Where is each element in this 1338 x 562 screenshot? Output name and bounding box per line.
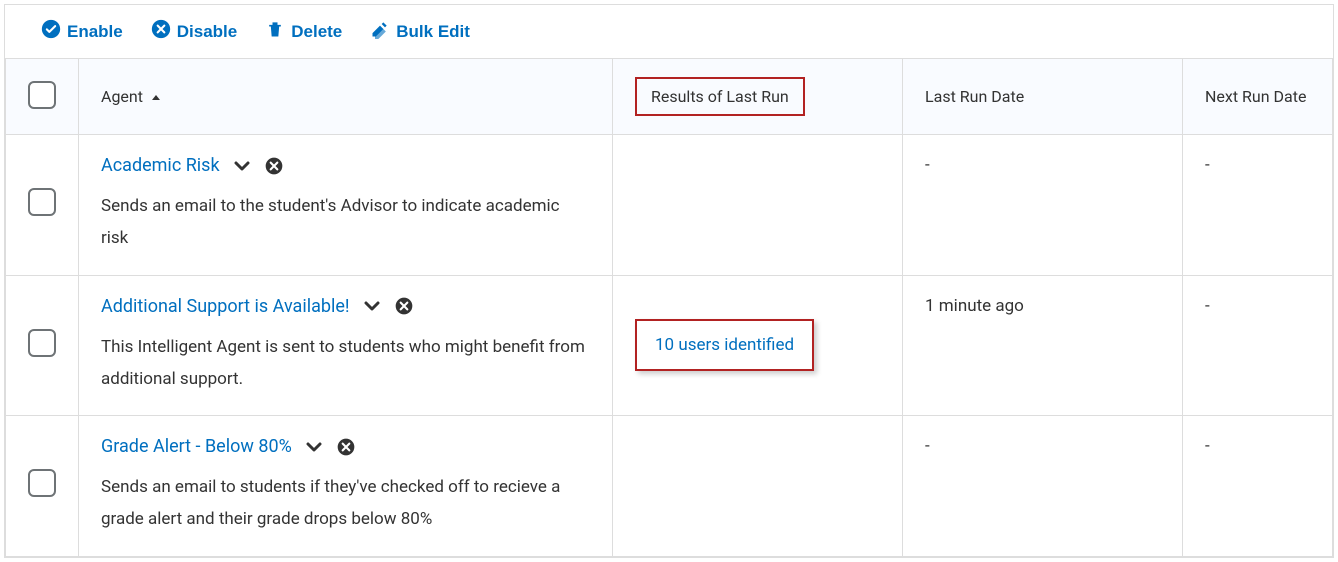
chevron-down-icon[interactable] xyxy=(364,300,380,312)
sort-asc-icon xyxy=(151,93,161,103)
results-link[interactable]: 10 users identified xyxy=(655,335,794,355)
row-checkbox[interactable] xyxy=(28,188,56,216)
lastrun-cell: 1 minute ago xyxy=(903,275,1183,416)
row-checkbox[interactable] xyxy=(28,469,56,497)
table-row: Grade Alert - Below 80% Sends an email t… xyxy=(6,416,1333,557)
bulk-edit-label: Bulk Edit xyxy=(396,22,470,42)
nextrun-header-label: Next Run Date xyxy=(1205,87,1306,106)
disable-button[interactable]: Disable xyxy=(151,19,237,44)
results-header-label: Results of Last Run xyxy=(635,77,805,116)
disabled-icon xyxy=(394,296,414,316)
bulk-edit-icon xyxy=(370,19,390,44)
row-checkbox[interactable] xyxy=(28,329,56,357)
results-cell xyxy=(613,135,903,276)
trash-icon xyxy=(265,19,285,44)
agent-link[interactable]: Grade Alert - Below 80% xyxy=(101,436,292,457)
nextrun-cell: - xyxy=(1183,416,1333,557)
toolbar: Enable Disable Delete Bulk Edit xyxy=(5,5,1333,58)
enable-button[interactable]: Enable xyxy=(41,19,123,44)
lastrun-header: Last Run Date xyxy=(903,59,1183,135)
lastrun-cell: - xyxy=(903,416,1183,557)
agent-description: This Intelligent Agent is sent to studen… xyxy=(101,331,590,396)
lastrun-cell: - xyxy=(903,135,1183,276)
check-circle-icon xyxy=(41,19,61,44)
agent-link[interactable]: Academic Risk xyxy=(101,155,220,176)
bulk-edit-button[interactable]: Bulk Edit xyxy=(370,19,470,44)
select-all-checkbox[interactable] xyxy=(28,81,56,109)
nextrun-header: Next Run Date xyxy=(1183,59,1333,135)
delete-button[interactable]: Delete xyxy=(265,19,342,44)
agent-description: Sends an email to students if they've ch… xyxy=(101,471,590,536)
disable-label: Disable xyxy=(177,22,237,42)
nextrun-cell: - xyxy=(1183,135,1333,276)
table-row: Academic Risk Sends an email to the stud… xyxy=(6,135,1333,276)
agent-header-label: Agent xyxy=(101,87,143,106)
agent-description: Sends an email to the student's Advisor … xyxy=(101,190,590,255)
nextrun-cell: - xyxy=(1183,275,1333,416)
agents-table: Agent Results of Last Run Last Run Date … xyxy=(5,58,1333,557)
select-all-header xyxy=(6,59,79,135)
agent-link[interactable]: Additional Support is Available! xyxy=(101,296,350,317)
x-circle-icon xyxy=(151,19,171,44)
results-cell: 10 users identified xyxy=(613,275,903,416)
results-cell xyxy=(613,416,903,557)
chevron-down-icon[interactable] xyxy=(306,441,322,453)
enable-label: Enable xyxy=(67,22,123,42)
disabled-icon xyxy=(264,156,284,176)
disabled-icon xyxy=(336,437,356,457)
delete-label: Delete xyxy=(291,22,342,42)
results-header: Results of Last Run xyxy=(613,59,903,135)
lastrun-header-label: Last Run Date xyxy=(925,87,1024,106)
table-row: Additional Support is Available! This In… xyxy=(6,275,1333,416)
agent-header[interactable]: Agent xyxy=(79,59,613,135)
chevron-down-icon[interactable] xyxy=(234,160,250,172)
